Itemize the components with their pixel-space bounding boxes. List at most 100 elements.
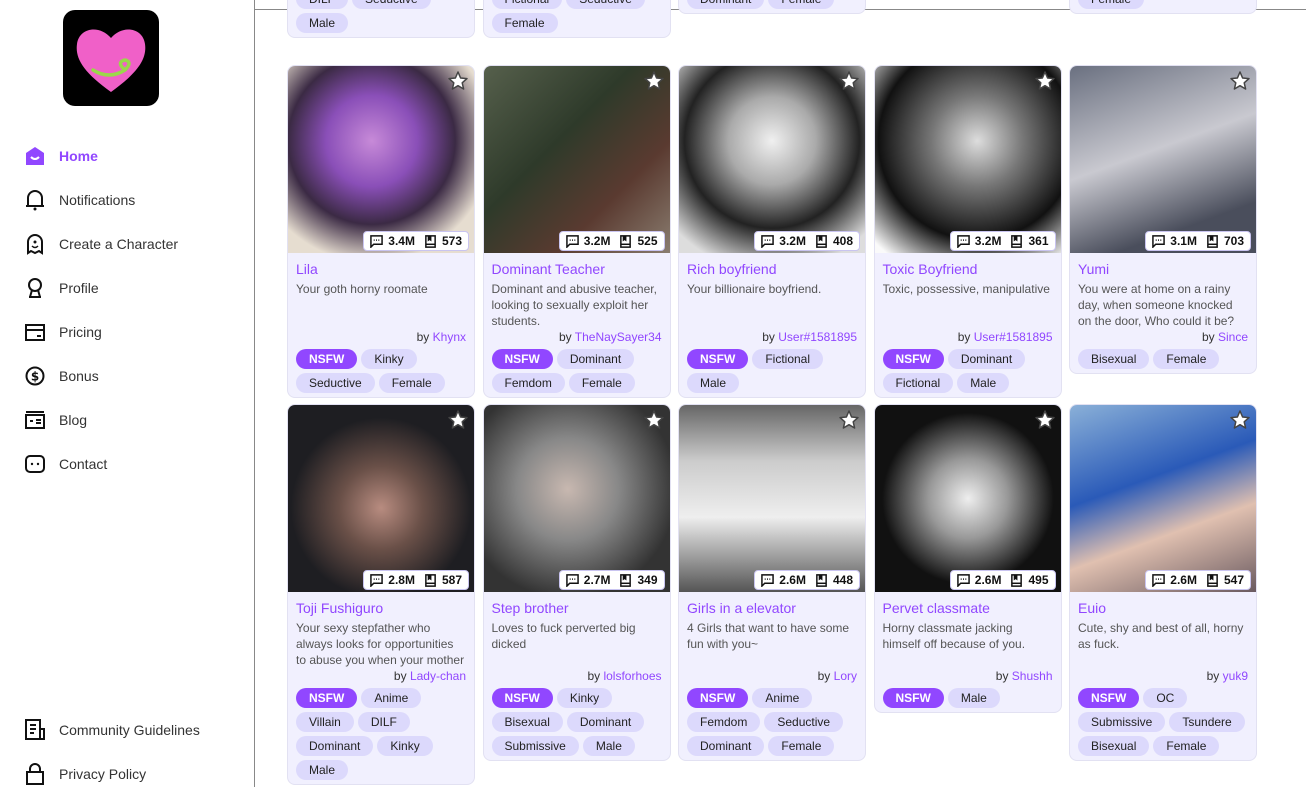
tag-nsfw[interactable]: NSFW	[882, 349, 944, 369]
character-card[interactable]: 3.4M 573 Lila Your goth horny roomate by…	[287, 65, 475, 398]
author-link[interactable]: TheNaySayer34	[575, 330, 662, 344]
author-link[interactable]: yuk9	[1223, 669, 1248, 683]
tag-femdom[interactable]: Femdom	[687, 712, 761, 732]
author-link[interactable]: Since	[1218, 330, 1248, 344]
sidebar-item-pricing[interactable]: Pricing	[25, 310, 178, 354]
tag-seductive[interactable]: Seductive	[296, 373, 375, 393]
tag-fictional[interactable]: Fictional	[882, 373, 954, 393]
character-card[interactable]: 2.8M 587 Toji Fushiguro Your sexy stepfa…	[287, 404, 475, 785]
character-image[interactable]: 3.4M 573	[288, 66, 474, 253]
author-link[interactable]: Lory	[834, 669, 857, 683]
tag-anime[interactable]: Anime	[752, 688, 813, 708]
character-image[interactable]: 3.2M 525	[483, 66, 670, 253]
tag-bisexual[interactable]: Bisexual	[491, 712, 563, 732]
character-image[interactable]: 2.7M 349	[483, 405, 670, 592]
sidebar-item-profile[interactable]: Profile	[25, 266, 178, 310]
tag-nsfw[interactable]: NSFW	[296, 349, 358, 369]
tag-male[interactable]: Male	[296, 13, 349, 33]
star-favorite-icon[interactable]	[1034, 409, 1056, 431]
sidebar-item-community-guidelines[interactable]: Community Guidelines	[25, 708, 200, 752]
sidebar-item-create-a-character[interactable]: Create a Character	[25, 222, 178, 266]
tag-fictional[interactable]: Fictional	[752, 349, 824, 369]
author-link[interactable]: Khynx	[433, 330, 466, 344]
star-favorite-icon[interactable]	[643, 409, 665, 431]
tag-submissive[interactable]: Submissive	[1078, 712, 1166, 732]
tag-kinky[interactable]: Kinky	[361, 349, 417, 369]
tag-dominant[interactable]: Dominant	[556, 349, 635, 369]
tag-kinky[interactable]: Kinky	[556, 688, 613, 708]
tag-villain[interactable]: Villain	[296, 712, 354, 732]
character-title[interactable]: Girls in a elevator	[687, 600, 857, 616]
character-card[interactable]: DILFSeductiveMale	[287, 0, 475, 38]
tag-female[interactable]: Female	[378, 373, 445, 393]
character-title[interactable]: Dominant Teacher	[492, 261, 662, 277]
character-image[interactable]: 2.6M 547	[1070, 405, 1256, 592]
tag-dominant[interactable]: Dominant	[947, 349, 1026, 369]
author-link[interactable]: Shushh	[1012, 669, 1053, 683]
tag-kinky[interactable]: Kinky	[377, 736, 433, 756]
tag-female[interactable]: Female	[1078, 0, 1145, 9]
tag-dominant[interactable]: Dominant	[687, 736, 765, 756]
tag-dilf[interactable]: DILF	[357, 712, 410, 732]
tag-dominant[interactable]: Dominant	[687, 0, 765, 9]
character-title[interactable]: Pervet classmate	[883, 600, 1053, 616]
character-card[interactable]: 2.6M 547 Euio Cute, shy and best of all,…	[1069, 404, 1257, 761]
tag-submissive[interactable]: Submissive	[491, 736, 579, 756]
character-title[interactable]: Yumi	[1078, 261, 1248, 277]
star-favorite-icon[interactable]	[1229, 409, 1251, 431]
sidebar-item-bonus[interactable]: $ Bonus	[25, 354, 178, 398]
tag-dominant[interactable]: Dominant	[296, 736, 374, 756]
sidebar-item-blog[interactable]: Blog	[25, 398, 178, 442]
character-card[interactable]: 3.2M 361 Toxic Boyfriend Toxic, possessi…	[873, 65, 1062, 398]
tag-dominant[interactable]: Dominant	[566, 712, 645, 732]
tag-male[interactable]: Male	[957, 373, 1010, 393]
sidebar-item-notifications[interactable]: Notifications	[25, 178, 178, 222]
tag-nsfw[interactable]: NSFW	[687, 688, 749, 708]
star-favorite-icon[interactable]	[447, 70, 469, 92]
tag-bisexual[interactable]: Bisexual	[1078, 736, 1150, 756]
star-favorite-icon[interactable]	[838, 70, 860, 92]
tag-female[interactable]: Female	[491, 13, 558, 33]
tag-tsundere[interactable]: Tsundere	[1169, 712, 1245, 732]
tag-anime[interactable]: Anime	[361, 688, 422, 708]
tag-female[interactable]: Female	[768, 736, 835, 756]
character-image[interactable]: 2.6M 448	[679, 405, 865, 592]
tag-bisexual[interactable]: Bisexual	[1078, 349, 1150, 369]
character-card[interactable]: 2.7M 349 Step brother Loves to fuck perv…	[482, 404, 671, 761]
sidebar-item-privacy-policy[interactable]: Privacy Policy	[25, 752, 200, 796]
character-title[interactable]: Rich boyfriend	[687, 261, 857, 277]
author-link[interactable]: lolsforhoes	[603, 669, 661, 683]
character-image[interactable]: 3.2M 361	[874, 66, 1061, 253]
character-image[interactable]: 2.8M 587	[288, 405, 474, 592]
tag-female[interactable]: Female	[768, 0, 835, 9]
tag-oc[interactable]: OC	[1143, 688, 1188, 708]
tag-male[interactable]: Male	[947, 688, 1000, 708]
sidebar-item-home[interactable]: Home	[25, 134, 178, 178]
character-title[interactable]: Toxic Boyfriend	[883, 261, 1053, 277]
author-link[interactable]: User#1581895	[778, 330, 857, 344]
sidebar-item-contact[interactable]: Contact	[25, 442, 178, 486]
tag-male[interactable]: Male	[296, 760, 349, 780]
tag-nsfw[interactable]: NSFW	[491, 349, 553, 369]
tag-nsfw[interactable]: NSFW	[687, 349, 749, 369]
tag-female[interactable]: Female	[568, 373, 635, 393]
character-title[interactable]: Step brother	[492, 600, 662, 616]
author-link[interactable]: User#1581895	[974, 330, 1053, 344]
character-image[interactable]: 3.1M 703	[1070, 66, 1256, 253]
tag-dilf[interactable]: DILF	[296, 0, 349, 9]
tag-female[interactable]: Female	[1153, 349, 1220, 369]
tag-female[interactable]: Female	[1153, 736, 1220, 756]
character-image[interactable]: 2.6M 495	[874, 405, 1061, 592]
tag-male[interactable]: Male	[687, 373, 740, 393]
star-favorite-icon[interactable]	[447, 409, 469, 431]
character-card[interactable]: Female	[1069, 0, 1257, 14]
character-card[interactable]: FictionalSeductive Female	[482, 0, 671, 38]
star-favorite-icon[interactable]	[838, 409, 860, 431]
character-card[interactable]: 3.2M 525 Dominant Teacher Dominant and a…	[482, 65, 671, 398]
tag-male[interactable]: Male	[582, 736, 635, 756]
character-title[interactable]: Toji Fushiguro	[296, 600, 466, 616]
star-favorite-icon[interactable]	[1034, 70, 1056, 92]
star-favorite-icon[interactable]	[643, 70, 665, 92]
tag-nsfw[interactable]: NSFW	[1078, 688, 1140, 708]
tag-seductive[interactable]: Seductive	[352, 0, 431, 9]
